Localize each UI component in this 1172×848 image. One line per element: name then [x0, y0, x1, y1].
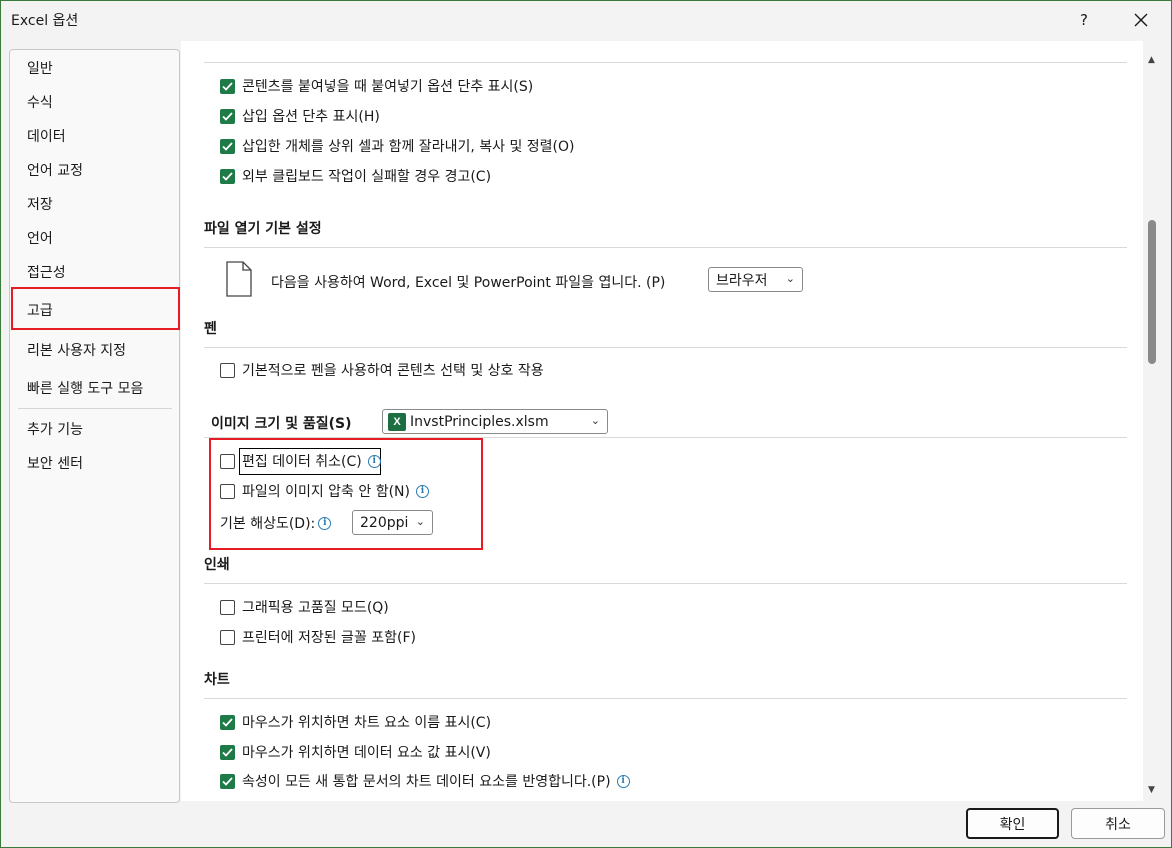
file-open-label: 다음을 사용하여 Word, Excel 및 PowerPoint 파일을 엽니… [271, 275, 666, 291]
section-title-image-quality: 이미지 크기 및 품질(S) [211, 416, 352, 432]
close-button[interactable] [1126, 5, 1156, 35]
open-with-dropdown[interactable]: 브라우저 ⌄ [708, 267, 803, 292]
section-title-chart: 차트 [204, 672, 230, 688]
no-compress-images-checkbox[interactable]: 파일의 이미지 압축 안 함(N) i [220, 481, 429, 501]
checkbox-label: 외부 클립보드 작업이 실패할 경우 경고(C) [242, 169, 492, 185]
selected-item-highlight [11, 287, 180, 330]
document-icon [226, 261, 252, 297]
sidebar-item-proofing[interactable]: 언어 교정 [10, 153, 179, 187]
section-title-pen: 펜 [204, 321, 217, 337]
scroll-up-icon[interactable]: ▲ [1148, 55, 1155, 65]
divider [204, 247, 1127, 248]
sidebar-item-quick-access-toolbar[interactable]: 빠른 실행 도구 모음 [10, 371, 179, 405]
options-sidebar: 일반 수식 데이터 언어 교정 저장 언어 접근성 고급 리본 사용자 지정 빠… [9, 49, 180, 803]
vertical-scrollbar[interactable]: ▲ ▼ [1143, 49, 1163, 801]
checkbox-label: 그래픽용 고품질 모드(Q) [242, 600, 389, 616]
checkbox-label: 파일의 이미지 압축 안 함(N) [242, 484, 410, 500]
checkbox-label: 기본적으로 펜을 사용하여 콘텐츠 선택 및 상호 작용 [242, 363, 544, 379]
close-icon [1134, 13, 1148, 27]
excel-options-dialog: Excel 옵션 ? 일반 수식 데이터 언어 교정 저장 언어 접근성 고급 … [0, 0, 1172, 848]
sidebar-item-customize-ribbon[interactable]: 리본 사용자 지정 [10, 333, 179, 367]
checkbox-label: 편집 데이터 취소(C) [242, 454, 362, 470]
dropdown-value: InvstPrinciples.xlsm [410, 413, 549, 430]
sidebar-item-add-ins[interactable]: 추가 기능 [10, 412, 179, 446]
dropdown-value: 220ppi [360, 514, 409, 531]
checkbox-label: 콘텐츠를 붙여넣을 때 붙여넣기 옵션 단추 표시(S) [242, 79, 534, 95]
sidebar-item-save[interactable]: 저장 [10, 187, 179, 221]
advanced-options-panel: 콘텐츠를 붙여넣을 때 붙여넣기 옵션 단추 표시(S) 삽입 옵션 단추 표시… [181, 41, 1143, 801]
checkbox[interactable] [220, 744, 235, 760]
chevron-down-icon: ⌄ [590, 414, 600, 427]
checkbox-label: 삽입한 개체를 상위 셀과 함께 잘라내기, 복사 및 정렬(O) [242, 139, 575, 155]
high-quality-graphics-checkbox[interactable]: 그래픽용 고품질 모드(Q) [220, 597, 389, 617]
resolution-label: 기본 해상도(D): [220, 516, 316, 532]
sidebar-item-formulas[interactable]: 수식 [10, 85, 179, 119]
checkbox[interactable] [220, 78, 235, 94]
sidebar-item-general[interactable]: 일반 [10, 51, 179, 85]
info-icon[interactable]: i [318, 516, 332, 530]
scrollbar-thumb[interactable] [1148, 220, 1156, 364]
sidebar-divider [18, 408, 172, 409]
sidebar-item-language[interactable]: 언어 [10, 221, 179, 255]
checkbox[interactable] [220, 483, 235, 499]
divider [204, 62, 1127, 63]
checkbox-label: 마우스가 위치하면 데이터 요소 값 표시(V) [242, 745, 491, 761]
info-icon[interactable]: i [616, 774, 630, 788]
properties-follow-chart-data-point-checkbox[interactable]: 속성이 모든 새 통합 문서의 차트 데이터 요소를 반영합니다.(P) i [220, 771, 630, 791]
insert-options-button-checkbox[interactable]: 삽입 옵션 단추 표시(H) [220, 106, 380, 126]
help-button[interactable]: ? [1069, 5, 1099, 35]
section-title-file-open: 파일 열기 기본 설정 [204, 221, 322, 237]
printer-fonts-checkbox[interactable]: 프린터에 저장된 글꼴 포함(F) [220, 627, 416, 647]
checkbox-label: 속성이 모든 새 통합 문서의 차트 데이터 요소를 반영합니다.(P) [242, 774, 611, 790]
checkbox[interactable] [220, 599, 235, 615]
divider [204, 347, 1127, 348]
checkbox[interactable] [220, 108, 235, 124]
divider [204, 698, 1127, 699]
checkbox[interactable] [220, 453, 235, 469]
ok-button[interactable]: 확인 [966, 808, 1059, 839]
default-resolution-dropdown[interactable]: 220ppi ⌄ [352, 510, 433, 535]
discard-editing-data-checkbox[interactable]: 편집 데이터 취소(C) i [220, 451, 381, 471]
chevron-down-icon: ⌄ [415, 515, 425, 528]
sidebar-item-trust-center[interactable]: 보안 센터 [10, 446, 179, 480]
checkbox[interactable] [220, 168, 235, 184]
checkbox-label: 마우스가 위치하면 차트 요소 이름 표시(C) [242, 715, 492, 731]
checkbox[interactable] [220, 629, 235, 645]
divider [204, 583, 1127, 584]
info-icon[interactable]: i [416, 484, 429, 498]
checkbox[interactable] [220, 138, 235, 154]
dialog-title: Excel 옵션 [11, 13, 79, 29]
checkbox-label: 삽입 옵션 단추 표시(H) [242, 109, 380, 125]
checkbox[interactable] [220, 714, 235, 730]
checkbox[interactable] [220, 362, 235, 378]
image-quality-file-dropdown[interactable]: X InvstPrinciples.xlsm ⌄ [382, 409, 608, 434]
pen-interaction-checkbox[interactable]: 기본적으로 펜을 사용하여 콘텐츠 선택 및 상호 작용 [220, 360, 544, 380]
cut-copy-sort-objects-checkbox[interactable]: 삽입한 개체를 상위 셀과 함께 잘라내기, 복사 및 정렬(O) [220, 136, 574, 156]
clipboard-warning-checkbox[interactable]: 외부 클립보드 작업이 실패할 경우 경고(C) [220, 166, 491, 186]
sidebar-item-accessibility[interactable]: 접근성 [10, 255, 179, 289]
cancel-button[interactable]: 취소 [1071, 808, 1165, 839]
info-icon[interactable]: i [367, 454, 381, 468]
checkbox-label: 프린터에 저장된 글꼴 포함(F) [242, 630, 417, 646]
show-data-point-values-checkbox[interactable]: 마우스가 위치하면 데이터 요소 값 표시(V) [220, 742, 491, 762]
default-resolution-row: 기본 해상도(D): i [220, 513, 332, 533]
show-chart-element-names-checkbox[interactable]: 마우스가 위치하면 차트 요소 이름 표시(C) [220, 712, 491, 732]
paste-options-button-checkbox[interactable]: 콘텐츠를 붙여넣을 때 붙여넣기 옵션 단추 표시(S) [220, 76, 533, 96]
title-bar: Excel 옵션 ? [1, 1, 1171, 39]
checkbox[interactable] [220, 773, 235, 789]
chevron-down-icon: ⌄ [785, 272, 795, 285]
excel-file-icon: X [388, 412, 406, 431]
dropdown-value: 브라우저 [716, 272, 768, 289]
sidebar-item-data[interactable]: 데이터 [10, 119, 179, 153]
section-title-print: 인쇄 [204, 557, 230, 573]
scroll-down-icon[interactable]: ▼ [1148, 785, 1155, 795]
